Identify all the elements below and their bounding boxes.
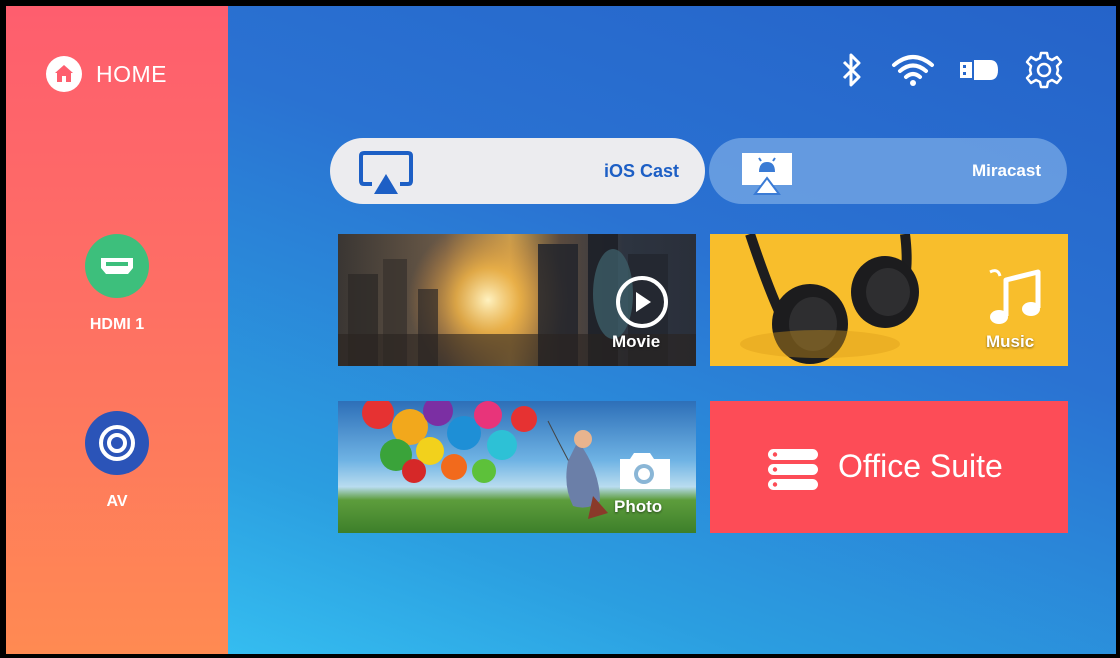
miracast-button[interactable]: Miracast [709, 138, 1067, 204]
airplay-icon [358, 150, 414, 201]
camera-icon [616, 449, 674, 498]
main-area: iOS Cast Miracast Movie Music Photo Offi… [228, 6, 1116, 654]
home-icon [46, 56, 82, 92]
photo-label: Photo [614, 497, 663, 516]
music-label: Music [986, 332, 1035, 351]
movie-label: Movie [612, 332, 661, 351]
av-label: AV [106, 493, 128, 510]
hdmi1-label: HDMI 1 [89, 316, 145, 333]
play-icon [616, 276, 668, 328]
bluetooth-icon[interactable] [834, 50, 870, 90]
android-cast-icon [739, 150, 795, 201]
miracast-label: Miracast [972, 161, 1041, 180]
wifi-icon[interactable] [890, 50, 936, 90]
sidebar: HOME HDMI 1 AV [6, 6, 228, 654]
ios-cast-label: iOS Cast [603, 161, 679, 181]
settings-gear-icon[interactable] [1022, 50, 1066, 90]
source-av[interactable]: AV [6, 411, 228, 511]
music-tile[interactable]: Music [710, 234, 1068, 366]
projector-home-screen: HOME HDMI 1 AV iOS Cast Miracast Movie M… [0, 0, 1120, 658]
home-label: HOME [96, 60, 167, 87]
av-icon [85, 411, 149, 475]
office-suite-tile[interactable]: Office Suite [710, 401, 1068, 533]
usb-drive-icon[interactable] [954, 50, 1004, 90]
home-button[interactable]: HOME [46, 56, 167, 92]
movie-tile[interactable]: Movie [338, 234, 696, 366]
office-list-icon [766, 447, 820, 496]
hdmi-icon [85, 234, 149, 298]
office-suite-label: Office Suite [838, 448, 1003, 484]
ios-cast-button[interactable]: iOS Cast [330, 138, 705, 204]
music-note-icon [986, 266, 1044, 333]
source-hdmi1[interactable]: HDMI 1 [6, 234, 228, 334]
photo-tile[interactable]: Photo [338, 401, 696, 533]
